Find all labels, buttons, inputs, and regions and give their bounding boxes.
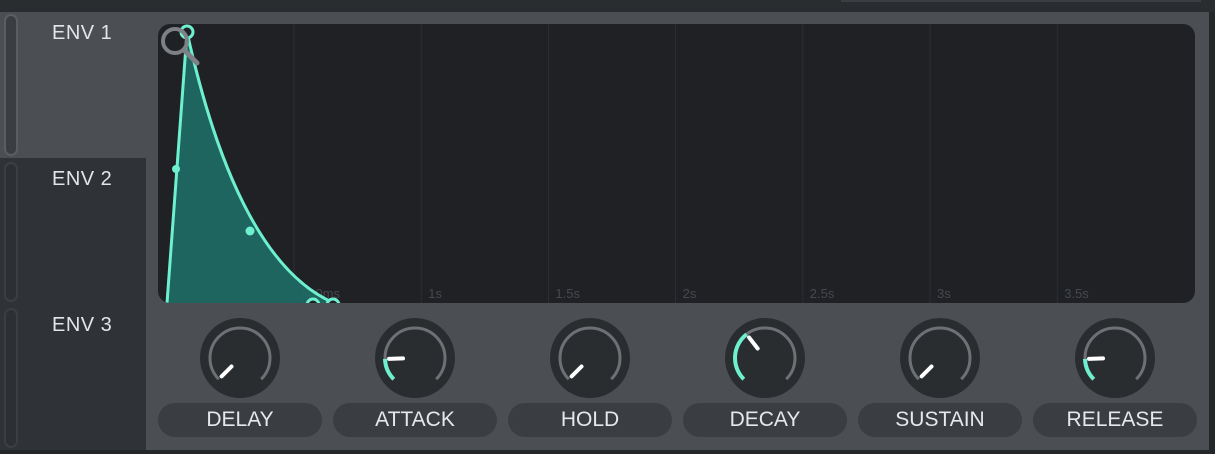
envelope-graph[interactable]: 500ms 1s 1.5s 2s 2.5s 3s 3.5s: [158, 24, 1195, 303]
release-knob[interactable]: [1074, 317, 1156, 399]
hold-button[interactable]: HOLD: [508, 403, 672, 437]
tab-env-1-label: ENV 1: [52, 22, 113, 44]
window-frame-top: [0, 0, 1215, 12]
decay-knob[interactable]: [724, 317, 806, 399]
search-icon[interactable]: [158, 24, 202, 68]
release-button[interactable]: RELEASE: [1033, 403, 1197, 437]
time-tick-label: 2s: [683, 286, 697, 301]
attack-button[interactable]: ATTACK: [333, 403, 497, 437]
decay-button[interactable]: DECAY: [683, 403, 847, 437]
time-tick-label: 1.5s: [555, 286, 580, 301]
tab-env-1-strip: [4, 14, 18, 156]
envelope-panel: 500ms 1s 1.5s 2s 2.5s 3s 3.5s DELAY ATTACK HOLD D…: [146, 12, 1209, 450]
knob-body: [900, 318, 980, 398]
knob-body: [1075, 318, 1155, 398]
hold-knob[interactable]: [549, 317, 631, 399]
tab-env-3[interactable]: ENV 3: [0, 304, 146, 450]
param-delay: DELAY: [158, 315, 322, 445]
time-tick-label: 3.5s: [1064, 286, 1089, 301]
sustain-button[interactable]: SUSTAIN: [858, 403, 1022, 437]
tab-env-3-label: ENV 3: [52, 314, 113, 336]
sustain-knob[interactable]: [899, 317, 981, 399]
knob-body: [550, 318, 630, 398]
sustain-handle[interactable]: [305, 297, 321, 303]
param-hold: HOLD: [508, 315, 672, 445]
knob-body: [200, 318, 280, 398]
knob-body: [725, 318, 805, 398]
attack-curve-handle[interactable]: [172, 165, 180, 173]
frame-notch: [841, 0, 1201, 2]
delay-knob[interactable]: [199, 317, 281, 399]
tab-env-2-label: ENV 2: [52, 168, 113, 190]
release-handle[interactable]: [325, 297, 341, 303]
tab-env-3-strip: [4, 308, 18, 448]
tab-env-1[interactable]: ENV 1: [0, 12, 160, 158]
tab-env-2[interactable]: ENV 2: [0, 158, 146, 304]
envelope-graph-canvas[interactable]: 500ms 1s 1.5s 2s 2.5s 3s 3.5s: [158, 24, 1195, 303]
time-tick-label: 1s: [428, 286, 442, 301]
delay-button[interactable]: DELAY: [158, 403, 322, 437]
time-tick-label: 3s: [937, 286, 951, 301]
attack-knob[interactable]: [374, 317, 456, 399]
knob-body: [375, 318, 455, 398]
param-attack: ATTACK: [333, 315, 497, 445]
decay-curve-handle[interactable]: [245, 226, 255, 236]
param-decay: DECAY: [683, 315, 847, 445]
time-tick-label: 2.5s: [810, 286, 835, 301]
envelope-fill: [167, 32, 334, 303]
tab-env-2-strip: [4, 162, 18, 302]
param-sustain: SUSTAIN: [858, 315, 1022, 445]
param-release: RELEASE: [1033, 315, 1197, 445]
